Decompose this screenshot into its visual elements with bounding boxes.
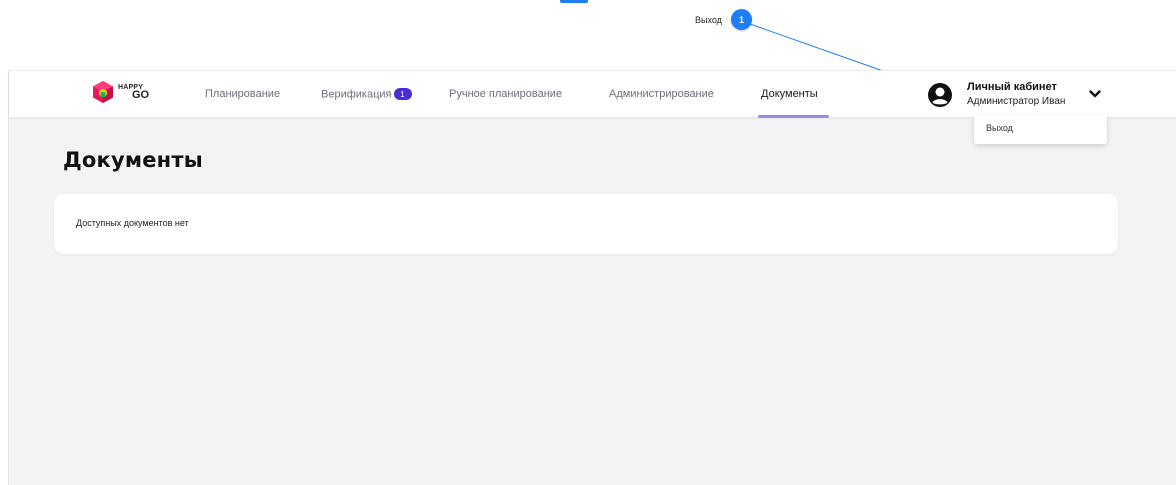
active-tab-underline bbox=[758, 115, 829, 118]
nav-item-documents[interactable]: Документы bbox=[761, 88, 818, 100]
logo-line-2: GO bbox=[132, 88, 150, 101]
happygo-cube-logo bbox=[93, 81, 113, 103]
nav-item-verification-label: Верификация bbox=[321, 88, 392, 101]
chevron-down-icon[interactable] bbox=[1088, 87, 1102, 101]
screen-root: Выход 1 HAPPY GO Планирование Верификаци… bbox=[0, 0, 1176, 485]
verification-count-badge: 1 bbox=[393, 88, 412, 100]
empty-state-text: Доступных документов нет bbox=[76, 218, 189, 228]
annotation-badge: 1 bbox=[731, 9, 752, 30]
profile-dropdown-menu: Выход bbox=[974, 115, 1107, 144]
logo[interactable]: HAPPY GO bbox=[91, 80, 149, 104]
top-accent-bar bbox=[560, 0, 588, 3]
logo-text: HAPPY GO bbox=[118, 84, 149, 101]
nav-item-verification[interactable]: Верификация 1 bbox=[321, 88, 412, 101]
nav-item-manual-planning[interactable]: Ручное планирование bbox=[449, 88, 562, 100]
documents-card: Доступных документов нет bbox=[54, 194, 1118, 254]
user-circle-icon[interactable] bbox=[927, 82, 953, 108]
nav-item-administration[interactable]: Администрирование bbox=[609, 88, 714, 100]
top-navbar: HAPPY GO Планирование Верификация 1 Ручно… bbox=[9, 70, 1176, 118]
profile-title[interactable]: Личный кабинет bbox=[967, 81, 1057, 93]
nav-item-planning[interactable]: Планирование bbox=[205, 88, 280, 100]
profile-username[interactable]: Администратор Иван bbox=[967, 96, 1065, 107]
page-title: Документы bbox=[63, 148, 203, 172]
logout-menu-item[interactable]: Выход bbox=[986, 123, 1013, 133]
annotation-label: Выход bbox=[695, 15, 722, 25]
app-frame: HAPPY GO Планирование Верификация 1 Ручно… bbox=[8, 70, 1176, 485]
